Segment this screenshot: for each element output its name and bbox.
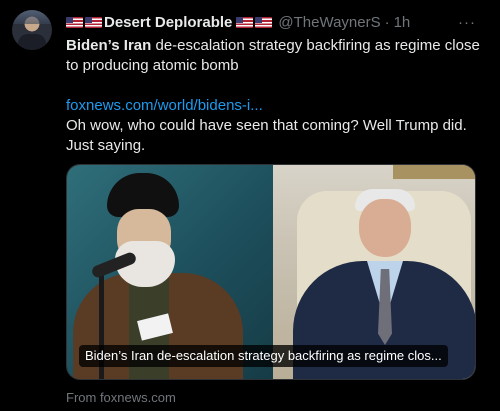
picture-frame bbox=[393, 165, 475, 179]
us-flag-icon bbox=[255, 16, 273, 28]
figure-face bbox=[359, 199, 411, 257]
headline-bold: Biden’s Iran bbox=[66, 37, 152, 54]
author-handle[interactable]: @TheWaynerS bbox=[278, 14, 380, 31]
author-name[interactable]: Desert Deplorable bbox=[104, 14, 232, 31]
comment-text: Oh wow, who could have seen that coming?… bbox=[66, 117, 467, 154]
us-flag-icon bbox=[236, 16, 254, 28]
article-link[interactable]: foxnews.com/world/bidens-i... bbox=[66, 96, 486, 116]
card-source[interactable]: From foxnews.com bbox=[66, 390, 176, 405]
tweet-text: Biden’s Iran de-escalation strategy back… bbox=[66, 36, 486, 156]
headline: Biden’s Iran de-escalation strategy back… bbox=[66, 36, 486, 76]
avatar-flag-background bbox=[12, 10, 52, 24]
card-caption: Biden’s Iran de-escalation strategy back… bbox=[79, 345, 448, 367]
avatar[interactable] bbox=[12, 10, 52, 50]
avatar-suit bbox=[18, 34, 46, 50]
tweet-header: Desert Deplorable @TheWaynerS · 1h bbox=[66, 12, 410, 32]
us-flag-icon bbox=[85, 16, 102, 28]
tweet[interactable]: Desert Deplorable @TheWaynerS · 1h ··· B… bbox=[0, 0, 500, 411]
us-flag-icon bbox=[66, 16, 83, 28]
dot-separator: · bbox=[384, 13, 390, 31]
link-card[interactable]: Biden’s Iran de-escalation strategy back… bbox=[66, 164, 476, 380]
more-options-icon[interactable]: ··· bbox=[458, 14, 476, 31]
post-time[interactable]: 1h bbox=[394, 14, 411, 31]
